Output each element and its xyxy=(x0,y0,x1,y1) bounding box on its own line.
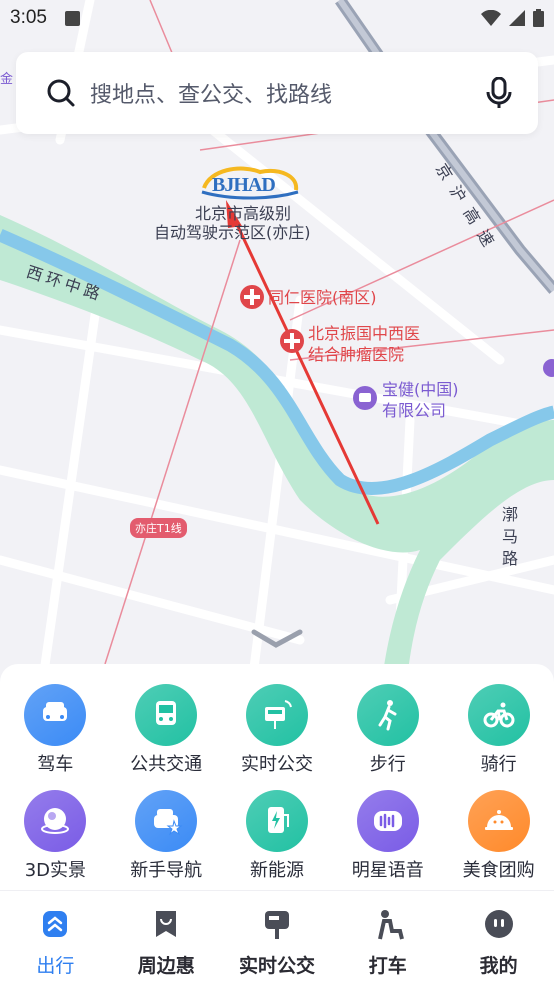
quick-action-car[interactable]: 驾车 xyxy=(0,684,111,776)
quick-action-globe-3d[interactable]: 3D实景 xyxy=(0,790,111,882)
quick-action-label: 骑行 xyxy=(480,754,517,775)
quick-action-label: 公共交通 xyxy=(130,754,203,775)
tab-label: 出行 xyxy=(36,955,75,977)
quick-action-bike[interactable]: 骑行 xyxy=(443,684,554,776)
tab-taxi[interactable]: 打车 xyxy=(332,891,443,984)
quick-action-food[interactable]: 美食团购 xyxy=(443,790,554,882)
globe-3d-icon xyxy=(24,790,87,852)
quick-action-label: 驾车 xyxy=(37,754,74,775)
quick-action-label: 明星语音 xyxy=(351,860,424,881)
poi-zhenguo-label-1[interactable]: 北京振国中西医 xyxy=(308,324,420,344)
tab-label: 实时公交 xyxy=(238,955,315,977)
quick-action-label: 步行 xyxy=(369,754,406,775)
bus-icon xyxy=(135,684,198,746)
quick-action-label: 美食团购 xyxy=(462,860,535,881)
road-label-mama: 漷马路 xyxy=(502,505,519,568)
quick-action-label: 新能源 xyxy=(249,860,304,881)
tab-profile[interactable]: 我的 xyxy=(443,891,554,984)
status-time: 3:05 xyxy=(10,7,47,28)
battery-icon xyxy=(533,9,544,27)
walk-icon xyxy=(356,684,419,746)
voice-icon xyxy=(356,790,419,852)
travel-icon xyxy=(39,907,71,945)
bjhad-logo: BJHAD xyxy=(200,166,300,200)
poi-zhenguo-label-2[interactable]: 结合肿瘤医院 xyxy=(308,345,404,365)
quick-action-bus[interactable]: 公共交通 xyxy=(111,684,222,776)
bottom-tab-bar: 出行 周边惠 实时公交 打车 我的 xyxy=(0,890,554,984)
tab-travel[interactable]: 出行 xyxy=(0,891,111,984)
quick-actions-grid: 驾车 公共交通 实时公交 步行 骑行 3D实景 新手导航 新能源 明星语音 美食团购 xyxy=(0,684,554,882)
search-bar[interactable]: 搜地点、查公交、找路线 xyxy=(16,52,538,134)
tab-coupon[interactable]: 周边惠 xyxy=(111,891,222,984)
wifi-icon xyxy=(481,10,501,26)
tab-label: 打车 xyxy=(368,955,407,977)
search-icon xyxy=(47,79,75,107)
food-icon xyxy=(467,790,530,852)
quick-action-new-driver[interactable]: 新手导航 xyxy=(111,790,222,882)
edge-label: 金 xyxy=(0,72,14,87)
search-input[interactable]: 搜地点、查公交、找路线 xyxy=(90,77,486,109)
metro-line-badge: 亦庄T1线 xyxy=(130,518,187,538)
status-bar: 3:05 xyxy=(0,0,554,36)
charging-icon xyxy=(245,790,308,852)
notification-a-icon xyxy=(64,10,80,26)
tab-label: 我的 xyxy=(479,955,518,977)
bus-stop-icon xyxy=(261,907,293,945)
profile-icon xyxy=(483,907,515,945)
quick-action-charging[interactable]: 新能源 xyxy=(222,790,333,882)
zone-label-line1: 北京市高级别 xyxy=(195,204,292,223)
realtime-bus-icon xyxy=(245,684,308,746)
poi-baojian-label-2[interactable]: 有限公司 xyxy=(382,401,446,421)
poi-baojian-label-1[interactable]: 宝健(中国) xyxy=(382,380,459,400)
coupon-icon xyxy=(150,907,182,945)
tab-label: 周边惠 xyxy=(137,955,195,977)
quick-action-label: 新手导航 xyxy=(130,860,203,881)
quick-action-walk[interactable]: 步行 xyxy=(332,684,443,776)
taxi-icon xyxy=(372,907,404,945)
zone-label-line2: 自动驾驶示范区(亦庄) xyxy=(154,223,311,242)
microphone-icon[interactable] xyxy=(486,77,512,109)
quick-action-voice[interactable]: 明星语音 xyxy=(332,790,443,882)
quick-action-label: 3D实景 xyxy=(24,860,87,881)
signal-icon xyxy=(509,10,525,26)
tab-bus-stop[interactable]: 实时公交 xyxy=(222,891,333,984)
quick-action-label: 实时公交 xyxy=(240,754,313,775)
bike-icon xyxy=(467,684,530,746)
logo-text: BJHAD xyxy=(212,174,276,196)
poi-tongren-label[interactable]: 同仁医院(南区) xyxy=(268,288,377,308)
car-icon xyxy=(24,684,87,746)
quick-action-realtime-bus[interactable]: 实时公交 xyxy=(222,684,333,776)
quick-actions-panel: 驾车 公共交通 实时公交 步行 骑行 3D实景 新手导航 新能源 明星语音 美食团购 xyxy=(0,664,554,894)
new-driver-icon xyxy=(135,790,198,852)
